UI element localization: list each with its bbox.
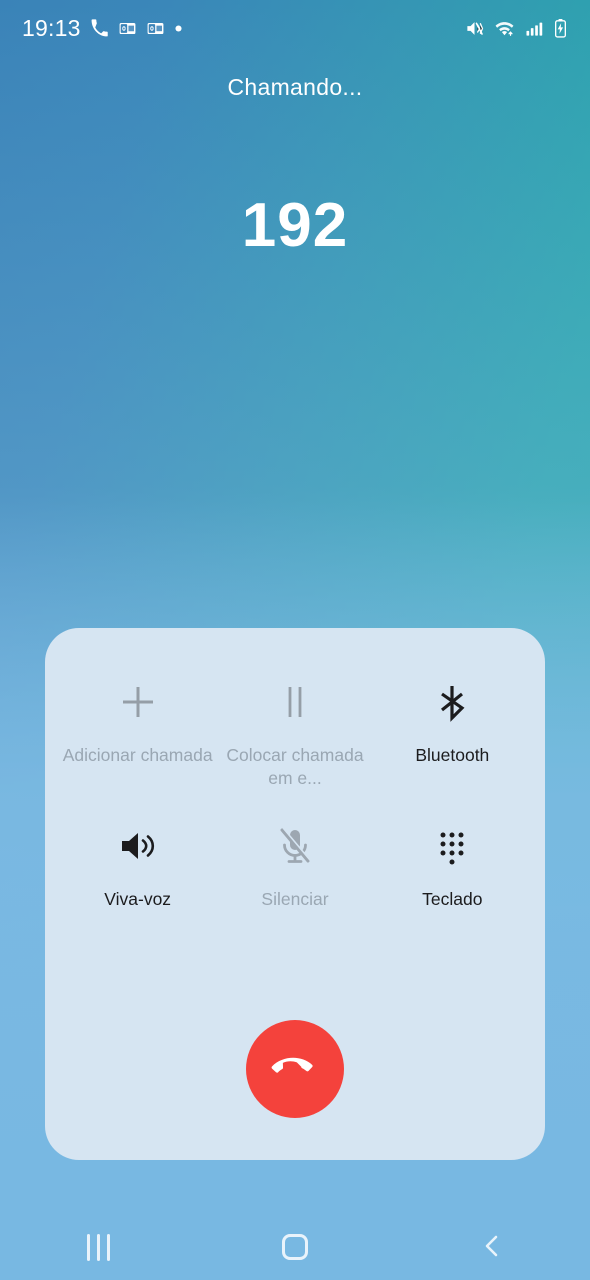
outlook-mail-icon	[119, 22, 135, 34]
status-bar-left-group: 19:13	[22, 14, 183, 41]
end-call-button[interactable]	[246, 1020, 344, 1118]
outlook-mail-icon-2	[147, 22, 163, 34]
add-call-label: Adicionar chamada	[62, 745, 213, 765]
bluetooth-label: Bluetooth	[415, 745, 490, 765]
navigation-bar	[0, 1214, 590, 1280]
speaker-button[interactable]: Viva-voz	[59, 818, 216, 911]
back-chevron-icon	[480, 1232, 504, 1263]
status-bar-right-group	[464, 18, 568, 38]
speaker-icon	[114, 818, 162, 874]
bluetooth-button[interactable]: Bluetooth	[374, 674, 531, 790]
call-number: 192	[241, 191, 349, 260]
status-bar-clock: 19:13	[22, 14, 81, 41]
mute-label: Silenciar	[261, 889, 329, 909]
back-button[interactable]	[432, 1214, 552, 1280]
recents-icon	[86, 1233, 110, 1261]
call-controls-row-2: Viva-voz Silenciar Teclado	[45, 790, 545, 911]
cellular-signal-icon	[526, 22, 543, 36]
call-screen: 19:13 Chamando... 192 Adicionar chamada …	[0, 0, 590, 1280]
keypad-label: Teclado	[422, 889, 483, 909]
home-icon	[281, 1234, 308, 1260]
wifi-icon	[495, 21, 514, 36]
end-call-handset-icon	[269, 1042, 321, 1097]
battery-charging-icon	[555, 19, 567, 38]
microphone-muted-icon	[271, 818, 319, 874]
pause-icon	[271, 674, 319, 730]
phone-call-icon	[91, 18, 108, 36]
call-status-text: Chamando...	[227, 74, 363, 100]
speaker-label: Viva-voz	[104, 889, 172, 909]
bluetooth-icon	[428, 674, 476, 730]
mute-button[interactable]: Silenciar	[216, 818, 373, 911]
home-button[interactable]	[235, 1214, 355, 1280]
more-notifications-dot-icon	[175, 24, 182, 32]
hold-call-button[interactable]: Colocar chamada em e...	[216, 674, 373, 790]
call-controls-row-1: Adicionar chamada Colocar chamada em e..…	[45, 628, 545, 790]
recents-button[interactable]	[38, 1214, 158, 1280]
status-bar: 19:13	[0, 0, 590, 56]
plus-icon	[114, 674, 162, 730]
add-call-button[interactable]: Adicionar chamada	[59, 674, 216, 790]
hold-call-label: Colocar chamada em e...	[226, 745, 364, 788]
call-controls-panel: Adicionar chamada Colocar chamada em e..…	[45, 628, 545, 1160]
dialpad-icon	[428, 818, 476, 874]
keypad-button[interactable]: Teclado	[374, 818, 531, 911]
mute-vibrate-icon	[467, 21, 484, 35]
end-call-container	[45, 1020, 545, 1118]
